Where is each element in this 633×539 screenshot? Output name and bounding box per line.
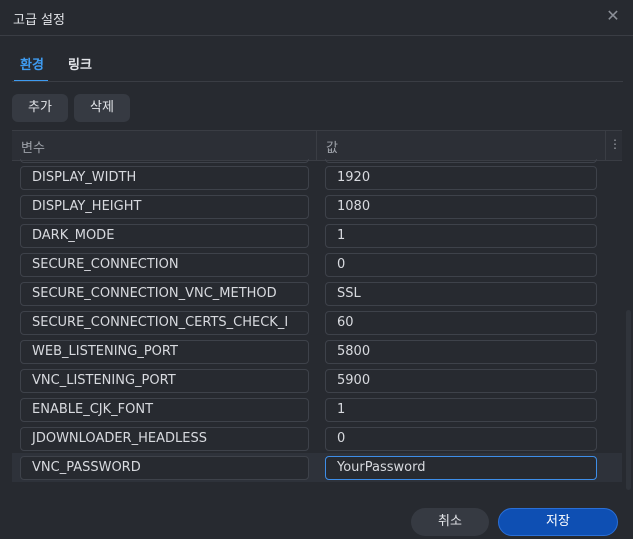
value-input[interactable]: 5800 (325, 340, 597, 364)
variable-input[interactable]: WEB_LISTENING_PORT (20, 340, 309, 364)
variable-input[interactable]: SECURE_CONNECTION_VNC_METHOD (20, 282, 309, 306)
table-row[interactable]: VNC_LISTENING_PORT 5900 (12, 366, 622, 395)
variable-input[interactable]: SECURE_CONNECTION (20, 253, 309, 277)
close-icon[interactable]: ✕ (605, 8, 621, 24)
variable-input[interactable]: DISPLAY_WIDTH (20, 166, 309, 190)
column-header-value[interactable]: 값 (326, 137, 338, 156)
variable-input[interactable]: DARK_MODE (20, 224, 309, 248)
value-input[interactable]: 5900 (325, 369, 597, 393)
table-row[interactable]: DISPLAY_WIDTH 1920 (12, 163, 622, 192)
tab-divider (12, 81, 623, 82)
delete-button[interactable]: 삭제 (74, 94, 130, 122)
column-header-variable[interactable]: 변수 (21, 137, 45, 156)
table-row-selected[interactable]: VNC_PASSWORD YourPassword (12, 453, 622, 482)
tab-bar: 환경 링크 (0, 36, 633, 82)
env-variable-table: 변수 값 ⋮ DISPLAY_WIDTH 1920 DISPLAY_HEIGHT… (12, 130, 622, 519)
table-body: DISPLAY_WIDTH 1920 DISPLAY_HEIGHT 1080 D… (12, 159, 622, 482)
variable-input[interactable]: VNC_LISTENING_PORT (20, 369, 309, 393)
cancel-button[interactable]: 취소 (411, 508, 489, 536)
value-input[interactable]: 1 (325, 398, 597, 422)
value-input[interactable]: 1920 (325, 166, 597, 190)
variable-input[interactable]: ENABLE_CJK_FONT (20, 398, 309, 422)
table-row[interactable]: ENABLE_CJK_FONT 1 (12, 395, 622, 424)
table-row[interactable]: WEB_LISTENING_PORT 5800 (12, 337, 622, 366)
column-menu-icon[interactable]: ⋮ (609, 137, 621, 151)
vertical-scrollbar[interactable] (626, 310, 631, 490)
value-input[interactable]: 1 (325, 224, 597, 248)
variable-input[interactable]: VNC_PASSWORD (20, 456, 309, 480)
value-input-focused[interactable]: YourPassword (325, 456, 597, 480)
column-resize-handle[interactable] (316, 131, 317, 160)
variable-input[interactable]: DISPLAY_HEIGHT (20, 195, 309, 219)
table-header: 변수 값 ⋮ (12, 130, 622, 161)
tab-environment[interactable]: 환경 (20, 54, 44, 73)
value-input[interactable]: 0 (325, 427, 597, 451)
save-button[interactable]: 저장 (498, 508, 618, 536)
value-input[interactable]: 60 (325, 311, 597, 335)
value-input[interactable]: 1080 (325, 195, 597, 219)
value-input[interactable]: SSL (325, 282, 597, 306)
table-row[interactable]: SECURE_CONNECTION_VNC_METHOD SSL (12, 279, 622, 308)
add-button[interactable]: 추가 (12, 94, 68, 122)
column-separator (605, 131, 606, 160)
dialog-footer: 취소 저장 (0, 500, 633, 539)
table-row[interactable]: SECURE_CONNECTION 0 (12, 250, 622, 279)
table-row[interactable]: DISPLAY_HEIGHT 1080 (12, 192, 622, 221)
tab-links[interactable]: 링크 (68, 54, 92, 73)
table-row[interactable]: SECURE_CONNECTION_CERTS_CHECK_I 60 (12, 308, 622, 337)
value-input[interactable]: 0 (325, 253, 597, 277)
table-row[interactable]: DARK_MODE 1 (12, 221, 622, 250)
table-row[interactable]: JDOWNLOADER_HEADLESS 0 (12, 424, 622, 453)
variable-input[interactable]: JDOWNLOADER_HEADLESS (20, 427, 309, 451)
variable-input[interactable]: SECURE_CONNECTION_CERTS_CHECK_I (20, 311, 309, 335)
dialog-title: 고급 설정 (13, 13, 65, 28)
dialog-titlebar: 고급 설정 ✕ (0, 0, 633, 36)
